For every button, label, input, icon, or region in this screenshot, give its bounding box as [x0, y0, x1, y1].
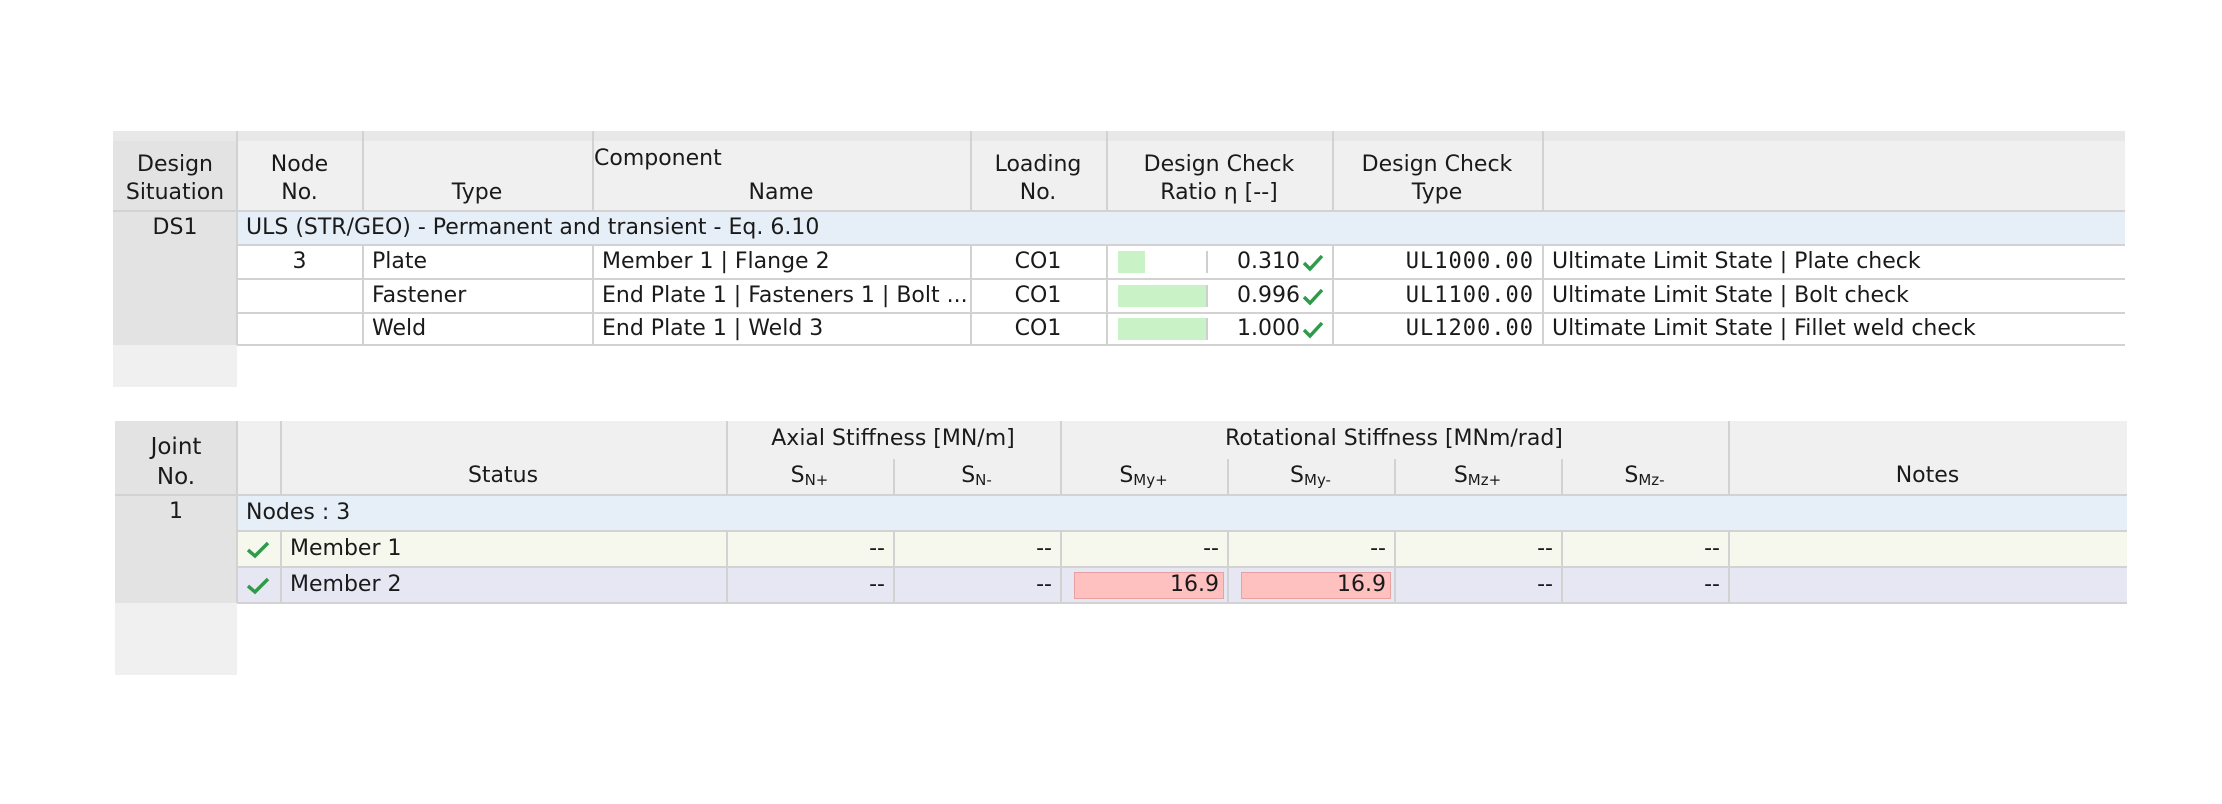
ratio-value: 0.310 [1237, 249, 1300, 274]
header-loading-no: Loading No. [994, 152, 1082, 205]
header-status: Status [467, 463, 539, 488]
header-node-no: Node No. [270, 152, 329, 205]
type-cell: Weld [372, 316, 427, 341]
loading-cell: CO1 [1014, 316, 1062, 341]
loading-cell: CO1 [1014, 283, 1062, 308]
header-smy-plus: SMy+ [1119, 463, 1168, 489]
smz-plus-cell: -- [1537, 572, 1553, 597]
column-footer [115, 603, 237, 675]
status-cell: Member 1 [290, 536, 402, 561]
smz-minus-cell: -- [1704, 572, 1720, 597]
sn-plus-cell: -- [869, 536, 885, 561]
header-design-check-type: Design Check Type [1361, 152, 1513, 205]
check-icon [246, 576, 270, 600]
ratio-bar-fill [1118, 318, 1206, 340]
joint-no-value: 1 [169, 499, 183, 524]
header-design-situation: Design Situation [125, 152, 225, 205]
name-cell: End Plate 1 | Fasteners 1 | Bolt ... [602, 283, 968, 308]
group-label: ULS (STR/GEO) - Permanent and transient … [246, 215, 820, 240]
smy-plus-cell: -- [1203, 536, 1219, 561]
design-situation-id: DS1 [152, 215, 198, 240]
header-smz-minus: SMz- [1624, 463, 1665, 489]
header-rotational-stiffness: Rotational Stiffness [MNm/rad] [1225, 426, 1563, 451]
status-cell: Member 2 [290, 572, 402, 597]
smy-minus-cell: 16.9 [1337, 572, 1386, 597]
ratio-bar-fill [1118, 285, 1206, 307]
header-sn-minus: SN- [961, 463, 992, 489]
check-description-cell: Ultimate Limit State | Bolt check [1552, 283, 1909, 308]
header-joint-no: Joint No. [150, 434, 202, 490]
check-code-cell: UL1200.00 [1405, 316, 1534, 341]
header-sn-plus: SN+ [790, 463, 829, 489]
ratio-bar [1118, 285, 1208, 307]
sn-minus-cell: -- [1036, 536, 1052, 561]
ratio-bar [1118, 251, 1208, 273]
check-icon [1302, 287, 1324, 311]
header-axial-stiffness: Axial Stiffness [MN/m] [771, 426, 1015, 451]
node-no-cell: 3 [292, 249, 307, 274]
check-code-cell: UL1100.00 [1405, 283, 1534, 308]
header-type: Type [451, 180, 503, 205]
check-description-cell: Ultimate Limit State | Fillet weld check [1552, 316, 1976, 341]
check-description-cell: Ultimate Limit State | Plate check [1552, 249, 1921, 274]
column-footer [113, 345, 237, 387]
name-cell: End Plate 1 | Weld 3 [602, 316, 824, 341]
check-code-cell: UL1000.00 [1405, 249, 1534, 274]
ratio-value: 0.996 [1237, 283, 1300, 308]
smy-minus-cell: -- [1370, 536, 1386, 561]
header-name: Name [748, 180, 814, 205]
check-icon [1302, 253, 1324, 277]
check-icon [1302, 320, 1324, 344]
check-icon [246, 540, 270, 564]
sn-minus-cell: -- [1036, 572, 1052, 597]
ratio-bar [1118, 318, 1208, 340]
smy-plus-cell: 16.9 [1170, 572, 1219, 597]
ratio-bar-fill [1118, 251, 1146, 273]
sn-plus-cell: -- [869, 572, 885, 597]
header-smz-plus: SMz+ [1453, 463, 1502, 489]
header-design-check-ratio: Design Check Ratio η [--] [1143, 152, 1295, 205]
header-notes: Notes [1895, 463, 1960, 488]
group-label: Nodes : 3 [246, 500, 351, 525]
smz-minus-cell: -- [1704, 536, 1720, 561]
table-top-strip [113, 131, 2125, 141]
type-cell: Plate [372, 249, 428, 274]
loading-cell: CO1 [1014, 249, 1062, 274]
name-cell: Member 1 | Flange 2 [602, 249, 830, 274]
header-smy-minus: SMy- [1290, 463, 1331, 489]
type-cell: Fastener [372, 283, 467, 308]
group-row [237, 495, 2127, 531]
header-component: Component [594, 146, 722, 171]
smz-plus-cell: -- [1537, 536, 1553, 561]
ratio-value: 1.000 [1237, 316, 1300, 341]
